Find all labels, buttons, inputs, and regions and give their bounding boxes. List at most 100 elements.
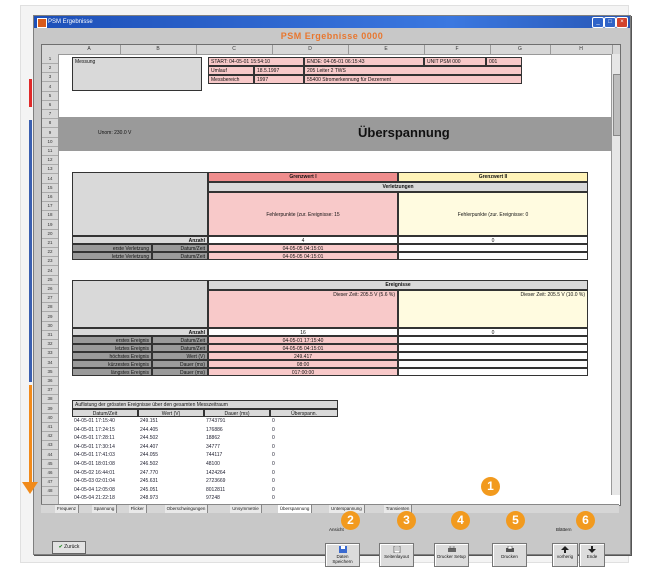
list-header-wert: Wert (V)	[138, 409, 204, 417]
end-page-button[interactable]: Ende	[579, 543, 605, 567]
print-label: Drucken	[501, 554, 518, 559]
report-banner: PSM Ergebnisse 0000	[280, 31, 384, 41]
col-header-h[interactable]: H	[550, 45, 613, 54]
printer-setup-button[interactable]: Drucker Setup	[434, 543, 469, 567]
list-cell: 246.502	[140, 461, 159, 467]
callout-3: 3	[397, 511, 416, 530]
scroll-down-arrow-icon	[22, 482, 38, 494]
list-cell: 04-05-01 17:24:15	[74, 426, 115, 433]
page-layout-button[interactable]: Seitenlayout	[379, 543, 414, 567]
arrow-up-icon	[561, 546, 569, 553]
ereignis-row-key: Datum/Zeit	[152, 344, 208, 352]
sheet-tab[interactable]: Überspannung	[277, 505, 313, 513]
start-cell: START: 04-05-01 15:54:10	[208, 57, 304, 66]
callout-5: 5	[506, 511, 525, 530]
vertical-scrollbar[interactable]	[611, 54, 620, 495]
letzte-datum-label: Datum/Zeit	[152, 252, 208, 260]
previous-page-label: vorherig	[556, 554, 574, 559]
ereignis-row-g2	[398, 360, 588, 368]
fehler2-cell: Fehlerpunkte (zur. Ereignisse: 0	[398, 192, 588, 236]
ereignis-row-value: 017:00:00	[208, 368, 398, 376]
page-layout-icon	[393, 546, 400, 553]
list-caption: Auflistung der grössten Ereignisse über …	[72, 400, 338, 409]
letzte-verletzung-g2	[398, 252, 588, 260]
col-header-g[interactable]: G	[490, 45, 551, 54]
erste-datum-label: Datum/Zeit	[152, 244, 208, 252]
list-cell: 244.502	[140, 435, 159, 442]
ende-cell: ENDE: 04-05-01 06:15:43	[304, 57, 424, 66]
list-cell: 04-05-01 17:41:03	[74, 452, 115, 459]
app-window: PSM Ergebnisse _ □ × PSM Ergebnisse 0000…	[33, 15, 631, 567]
ereignis-row-g2	[398, 368, 588, 376]
sheet-tab[interactable]: Unsymmetrie	[230, 505, 262, 513]
unit-id-cell: UNIT PSM 000	[424, 57, 486, 66]
sheet-tab[interactable]: Oberschwingungen	[164, 505, 209, 513]
letzte-verletzung-value: 04-05-05 04:15:01	[208, 252, 398, 260]
list-header-dauer: Dauer (ms)	[204, 409, 270, 417]
anzahl-label: Anzahl	[72, 236, 208, 244]
ereignis-row-label: letztes Ereignis	[72, 344, 152, 352]
print-button[interactable]: Drucken	[492, 543, 527, 567]
messung-label: Messung	[75, 59, 96, 65]
section-band: Unom: 230.0 V Überspannung	[58, 117, 612, 151]
callout-4: 4	[451, 511, 470, 530]
callout-2: 2	[341, 511, 360, 530]
ereignisse-g2: Dieser Zeit: 205.5 V (10.0 %)	[398, 290, 588, 328]
back-label: Zurück	[64, 544, 80, 550]
ereignis-row-key: Datum/Zeit	[152, 336, 208, 344]
umlauf-value: 18.5.1997	[254, 66, 304, 75]
list-cell: 18862	[206, 435, 220, 442]
callout-6: 6	[576, 511, 595, 530]
ereignisse-anzahl-label: Anzahl	[72, 328, 208, 336]
ereignis-row-value: 249.417	[208, 352, 398, 360]
col-header-b[interactable]: B	[120, 45, 197, 54]
unit-num-cell: 001	[486, 57, 522, 66]
scrollbar-thumb[interactable]	[613, 74, 620, 136]
sheet-tab[interactable]: Spannung	[91, 505, 118, 513]
save-data-label: Daten Speichern	[332, 554, 353, 564]
previous-page-button[interactable]: vorherig	[552, 543, 578, 567]
back-button[interactable]: ✔ Zurück	[52, 541, 86, 554]
group-label-ansicht: Ansicht	[329, 527, 344, 532]
maximize-button[interactable]: □	[604, 17, 616, 28]
page-layout-label: Seitenlayout	[384, 554, 409, 559]
arrow-down-icon	[588, 546, 596, 553]
anzahl-value-1: 4	[208, 236, 398, 244]
col-header-a[interactable]: A	[58, 45, 121, 54]
save-data-button[interactable]: Daten Speichern	[325, 543, 360, 567]
col-header-c[interactable]: C	[196, 45, 273, 54]
ereignisse-anzahl-1: 16	[208, 328, 398, 336]
list-cell: 244.407	[140, 443, 159, 450]
col-header-e[interactable]: E	[348, 45, 425, 54]
list-cell: 04-05-01 18:01:08	[74, 461, 115, 467]
title-bar: PSM Ergebnisse _ □ ×	[34, 16, 630, 28]
col-header-d[interactable]: D	[272, 45, 349, 54]
list-cell: 04-05-03 02:01:04	[74, 478, 115, 485]
close-button[interactable]: ×	[616, 17, 628, 28]
ereignisse-anzahl-2: 0	[398, 328, 588, 336]
list-cell: 0	[272, 452, 275, 459]
ereignis-row-key: Dauer (ms)	[152, 360, 208, 368]
sheet-tabs: Frequenz Spannung Flicker Oberschwingungen U…	[41, 504, 619, 513]
sheet-tab[interactable]: Frequenz	[55, 505, 80, 513]
ereignis-row-key: Dauer (ms)	[152, 368, 208, 376]
minimize-button[interactable]: _	[592, 17, 604, 28]
orange-section-marker	[29, 385, 32, 485]
messbereich-label: Messbereich	[208, 75, 254, 84]
list-cell: 744117	[206, 452, 223, 459]
ereignis-row-g2	[398, 336, 588, 344]
save-icon	[338, 546, 347, 553]
ereignis-row-label: erstes Ereignis	[72, 336, 152, 344]
row-header[interactable]: 48	[42, 486, 58, 497]
ereignis-row-g2	[398, 352, 588, 360]
grenzwert-left-block	[72, 172, 208, 236]
col-header-f[interactable]: F	[424, 45, 491, 54]
window-title: PSM Ergebnisse	[48, 19, 93, 25]
verletzungen-header: Verletzungen	[208, 182, 588, 192]
list-cell: 7743791	[206, 418, 226, 424]
list-cell: 244.405	[140, 426, 159, 433]
list-cell: 0	[272, 426, 275, 433]
spreadsheet[interactable]: A B C D E F G H 1 2 3 4 5 6 7 8 9 10 11 12 13 14 15 16 1…	[41, 44, 621, 506]
sheet-tab[interactable]: Flicker	[128, 505, 147, 513]
bottom-toolbar: ✔ Zurück Ansicht Blättern Daten Speicher…	[34, 513, 630, 567]
